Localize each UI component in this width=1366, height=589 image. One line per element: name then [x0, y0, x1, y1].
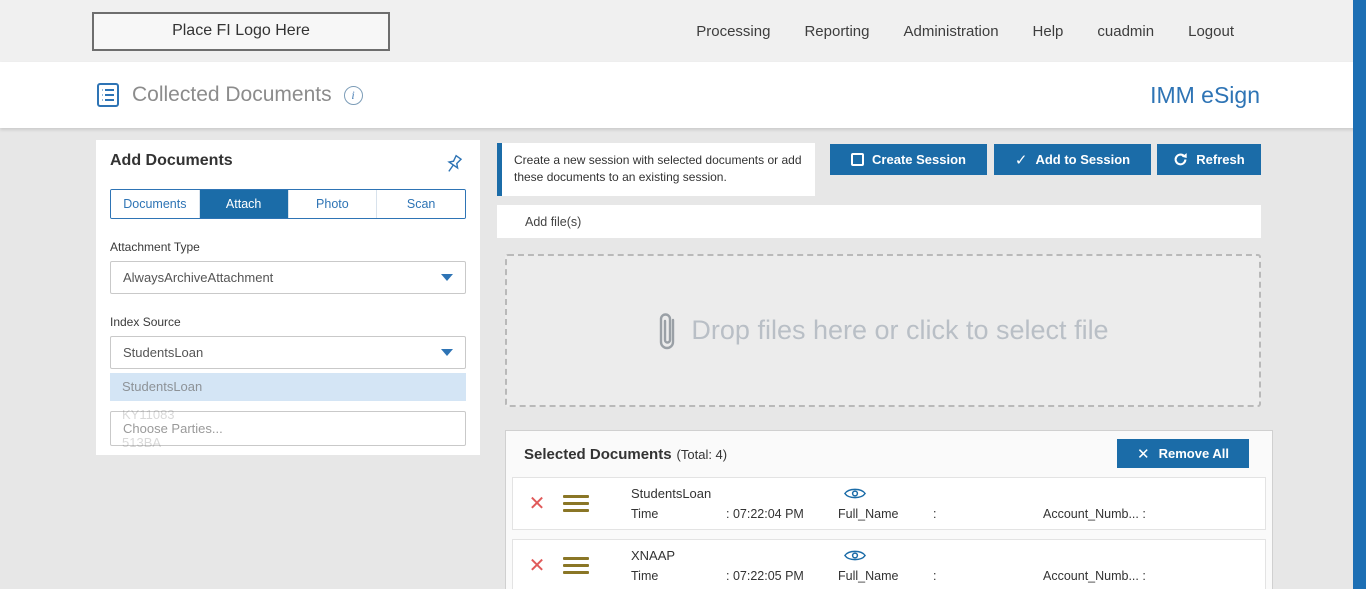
document-row: ✕ XNAAP Time : 07:22:05 PM Full_Name : A…	[512, 539, 1266, 589]
collected-documents-icon	[97, 83, 119, 107]
refresh-label: Refresh	[1196, 152, 1245, 167]
dropdown-option-studentsloan[interactable]: StudentsLoan	[110, 373, 466, 401]
close-icon: ✕	[1137, 445, 1150, 463]
chevron-down-icon	[441, 274, 453, 281]
nav-logout[interactable]: Logout	[1188, 23, 1234, 40]
nav-administration[interactable]: Administration	[904, 23, 999, 40]
full-name-label: Full_Name	[838, 507, 899, 521]
time-value: : 07:22:04 PM	[726, 507, 804, 521]
index-source-value: StudentsLoan	[123, 345, 204, 360]
page-header: Collected Documents i IMM eSign	[0, 62, 1366, 128]
tab-photo[interactable]: Photo	[288, 190, 378, 218]
add-documents-title: Add Documents	[110, 152, 233, 169]
attachment-type-label: Attachment Type	[110, 240, 200, 254]
top-bar: Place FI Logo Here Processing Reporting …	[0, 0, 1366, 62]
check-icon: ✓	[1014, 151, 1028, 169]
info-icon[interactable]: i	[343, 85, 363, 105]
nav-user-cuadmin[interactable]: cuadmin	[1097, 23, 1154, 40]
selected-documents-title: Selected Documents	[524, 445, 672, 463]
nav-help[interactable]: Help	[1033, 23, 1064, 40]
add-to-session-label: Add to Session	[1035, 152, 1131, 167]
index-source-select[interactable]: StudentsLoan	[110, 336, 466, 369]
remove-document-icon[interactable]: ✕	[523, 491, 551, 516]
pin-icon[interactable]	[437, 147, 470, 180]
file-dropzone[interactable]: Drop files here or click to select file	[505, 254, 1261, 407]
add-to-session-button[interactable]: ✓ Add to Session	[994, 144, 1151, 175]
nav-processing[interactable]: Processing	[696, 23, 770, 40]
selected-documents-panel: Selected Documents (Total: 4) ✕ Remove A…	[505, 430, 1273, 589]
preview-eye-icon[interactable]	[844, 548, 866, 563]
selected-documents-total: (Total: 4)	[676, 446, 728, 462]
session-info-callout: Create a new session with selected docum…	[497, 143, 815, 196]
attachment-type-select[interactable]: AlwaysArchiveAttachment	[110, 261, 466, 294]
dropzone-text: Drop files here or click to select file	[691, 315, 1109, 345]
add-documents-card: Add Documents Documents Attach Photo Sca…	[96, 140, 480, 455]
document-row: ✕ StudentsLoan Time : 07:22:04 PM Full_N…	[512, 477, 1266, 530]
index-source-label: Index Source	[110, 315, 181, 329]
tab-scan[interactable]: Scan	[377, 190, 465, 218]
add-documents-tabs: Documents Attach Photo Scan	[110, 189, 466, 219]
fi-logo-placeholder: Place FI Logo Here	[92, 11, 390, 51]
page-title: Collected Documents	[132, 83, 332, 106]
account-number-label: Account_Numb... :	[1043, 569, 1146, 583]
remove-all-label: Remove All	[1158, 446, 1229, 461]
top-navigation: Processing Reporting Administration Help…	[696, 23, 1234, 40]
document-name: XNAAP	[631, 548, 676, 563]
full-name-value: :	[933, 569, 937, 583]
tab-attach[interactable]: Attach	[199, 190, 289, 218]
chevron-down-icon	[441, 349, 453, 356]
brand-imm-esign: IMM eSign	[1150, 81, 1260, 108]
full-name-label: Full_Name	[838, 569, 899, 583]
drag-handle-icon[interactable]	[563, 495, 589, 512]
full-name-value: :	[933, 507, 937, 521]
time-label: Time	[631, 507, 659, 521]
remove-document-icon[interactable]: ✕	[523, 553, 551, 578]
dropdown-option-513ba[interactable]: 513BA	[110, 429, 466, 457]
session-square-icon	[851, 153, 865, 166]
refresh-button[interactable]: Refresh	[1157, 144, 1261, 175]
account-number-label: Account_Numb... :	[1043, 507, 1146, 521]
nav-reporting[interactable]: Reporting	[804, 23, 869, 40]
right-edge-scrollbar[interactable]	[1353, 0, 1366, 589]
create-session-button[interactable]: Create Session	[830, 144, 987, 175]
add-files-bar[interactable]: Add file(s)	[497, 205, 1261, 238]
preview-eye-icon[interactable]	[844, 486, 866, 501]
paperclip-icon	[660, 312, 675, 349]
refresh-icon	[1174, 153, 1187, 166]
remove-all-button[interactable]: ✕ Remove All	[1117, 439, 1249, 468]
dropdown-option-ky11083[interactable]: KY11083	[110, 401, 466, 429]
index-source-dropdown-list: StudentsLoan KY11083 513BA	[110, 373, 466, 457]
tab-documents[interactable]: Documents	[111, 190, 200, 218]
drag-handle-icon[interactable]	[563, 557, 589, 574]
document-name: StudentsLoan	[631, 486, 712, 501]
create-session-label: Create Session	[872, 152, 966, 167]
time-value: : 07:22:05 PM	[726, 569, 804, 583]
time-label: Time	[631, 569, 659, 583]
add-files-label: Add file(s)	[525, 214, 582, 229]
attachment-type-value: AlwaysArchiveAttachment	[123, 270, 274, 285]
